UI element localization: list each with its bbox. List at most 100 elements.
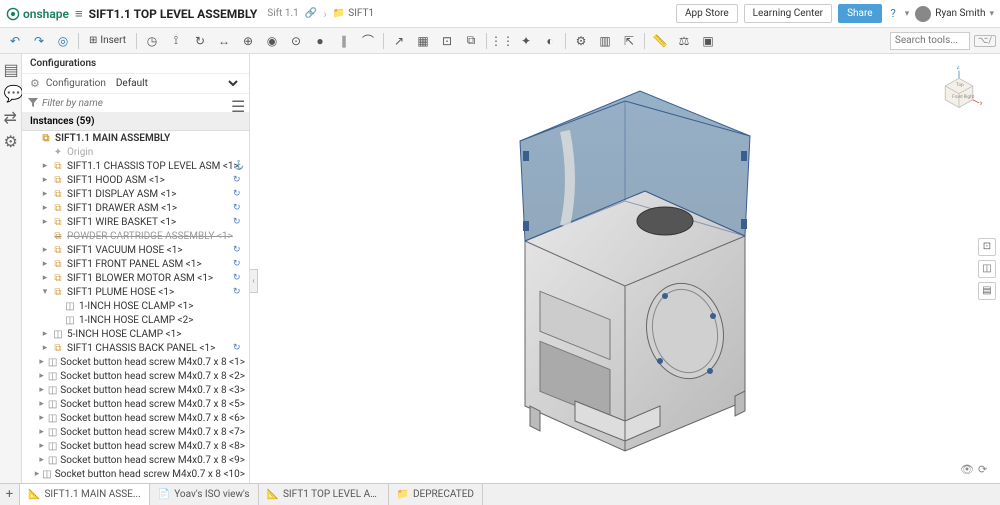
tab[interactable]: 📐SIFT1 TOP LEVEL ASM ... — [259, 484, 389, 505]
view-cube[interactable]: Front Right Top Z X — [936, 66, 982, 112]
tree-node[interactable]: ▸⧉SIFT1 DISPLAY ASM <1> — [22, 187, 249, 201]
expand-icon[interactable]: ▸ — [38, 441, 44, 451]
tree-node[interactable]: ▸◫Socket button head screw M4x0.7 x 8 <1… — [22, 481, 249, 483]
add-tab-button[interactable]: + — [0, 484, 20, 505]
expand-icon[interactable]: ▸ — [38, 427, 44, 437]
link-icon[interactable]: 🔗 — [305, 8, 317, 19]
model-view[interactable] — [465, 61, 785, 461]
expand-icon[interactable]: ▸ — [35, 469, 40, 479]
tree-node[interactable]: ▸◫5-INCH HOSE CLAMP <1> — [22, 327, 249, 341]
tree-node[interactable]: ▸◫Socket button head screw M4x0.7 x 8 <9… — [22, 453, 249, 467]
gear-icon[interactable]: ⚙ — [30, 77, 40, 90]
user-menu[interactable]: Ryan Smith ▾ — [915, 6, 994, 22]
folder-breadcrumb[interactable]: 📁 SIFT1 — [333, 8, 374, 19]
tree-node[interactable]: ▸⧉SIFT1 DRAWER ASM <1> — [22, 201, 249, 215]
expand-icon[interactable]: ▸ — [38, 371, 44, 381]
expand-icon[interactable]: ▸ — [41, 245, 49, 255]
tree-node[interactable]: ⧉POWDER CARTRIDGE ASSEMBLY <1> — [22, 229, 249, 243]
share-button[interactable]: Share — [838, 4, 881, 23]
panel-collapse-handle[interactable]: ‹ — [250, 269, 258, 293]
tool-tangent-icon[interactable]: ⌒ — [357, 31, 379, 51]
tool-pin-icon[interactable]: ⊙ — [285, 31, 307, 51]
instances-header[interactable]: Instances (59) — [22, 113, 249, 131]
tree-node[interactable]: ▸◫Socket button head screw M4x0.7 x 8 <7… — [22, 425, 249, 439]
tree-node[interactable]: ▸◫Socket button head screw M4x0.7 x 8 <2… — [22, 369, 249, 383]
expand-icon[interactable]: ▸ — [41, 343, 49, 353]
tool-replicate-icon[interactable]: ⧉ — [460, 31, 482, 51]
expand-icon[interactable]: ▸ — [41, 259, 49, 269]
tool-planar-icon[interactable]: ⊕ — [237, 31, 259, 51]
tree-node[interactable]: ▸⧉SIFT1 CHASSIS BACK PANEL <1> — [22, 341, 249, 355]
tool-exploded-icon[interactable]: ⇱ — [618, 31, 640, 51]
rail-feature-icon[interactable]: ▤ — [4, 60, 18, 74]
tool-circular-icon[interactable]: ✦ — [515, 31, 537, 51]
rail-settings-icon[interactable]: ⚙ — [4, 132, 18, 146]
tree-node[interactable]: ▸⧉SIFT1 HOOD ASM <1> — [22, 173, 249, 187]
redo-button[interactable]: ↷ — [28, 31, 50, 51]
tool-section-icon[interactable]: ▥ — [594, 31, 616, 51]
tool-display-icon[interactable]: ▣ — [697, 31, 719, 51]
brand-logo[interactable]: onshape — [6, 7, 69, 21]
rail-compare-icon[interactable]: ⇄ — [4, 108, 18, 122]
feature-tree[interactable]: ⧉SIFT1.1 MAIN ASSEMBLY✦Origin▸⧉SIFT1.1 C… — [22, 131, 249, 483]
expand-icon[interactable]: ▸ — [41, 273, 49, 283]
help-icon[interactable]: ? — [888, 7, 899, 20]
view-section-button[interactable]: ▤ — [978, 282, 996, 300]
tab[interactable]: 📐SIFT1.1 MAIN ASSE... — [20, 484, 150, 505]
undo-button[interactable]: ↶ — [4, 31, 26, 51]
view-fit-button[interactable]: ⊡ — [978, 238, 996, 256]
expand-icon[interactable]: ▾ — [41, 287, 49, 297]
tool-linear-icon[interactable]: ⋮⋮ — [491, 31, 513, 51]
expand-icon[interactable]: ▸ — [41, 175, 49, 185]
tree-node[interactable]: ▸⧉SIFT1.1 CHASSIS TOP LEVEL ASM <1> — [22, 159, 249, 173]
expand-icon[interactable]: ▸ — [38, 413, 44, 423]
tree-node[interactable]: ▾⧉SIFT1 PLUME HOSE <1> — [22, 285, 249, 299]
config-select[interactable]: Default — [112, 77, 241, 90]
filter-input[interactable] — [42, 98, 227, 109]
tree-node[interactable]: ✦Origin — [22, 145, 249, 159]
expand-icon[interactable]: ▸ — [41, 161, 49, 171]
tree-node[interactable]: ⧉SIFT1.1 MAIN ASSEMBLY — [22, 131, 249, 145]
tree-node[interactable]: ▸◫Socket button head screw M4x0.7 x 8 <8… — [22, 439, 249, 453]
tree-node[interactable]: ▸⧉SIFT1 BLOWER MOTOR ASM <1> — [22, 271, 249, 285]
tool-mass-icon[interactable]: ⚖ — [673, 31, 695, 51]
tab[interactable]: 📁DEPRECATED — [389, 484, 483, 505]
menu-icon[interactable]: ≡ — [75, 6, 83, 22]
tree-node[interactable]: ▸◫Socket button head screw M4x0.7 x 8 <1… — [22, 467, 249, 481]
tree-node[interactable]: ▸⧉SIFT1 VACUUM HOSE <1> — [22, 243, 249, 257]
tab[interactable]: 📄Yoav's ISO view's — [150, 484, 259, 505]
tree-node[interactable]: ◫1-INCH HOSE CLAMP <2> — [22, 313, 249, 327]
tree-node[interactable]: ▸◫Socket button head screw M4x0.7 x 8 <1… — [22, 355, 249, 369]
tool-gear-icon[interactable]: ⚙ — [570, 31, 592, 51]
list-view-icon[interactable]: ☰ — [231, 97, 243, 109]
tool-revolute-icon[interactable]: ↻ — [189, 31, 211, 51]
tree-node[interactable]: ▸◫Socket button head screw M4x0.7 x 8 <3… — [22, 383, 249, 397]
tool-parallel-icon[interactable]: ∥ — [333, 31, 355, 51]
target-button[interactable]: ◎ — [52, 31, 74, 51]
version-label[interactable]: Sift 1.1 — [267, 8, 298, 19]
rail-comment-icon[interactable]: 💬 — [4, 84, 18, 98]
tree-node[interactable]: ▸◫Socket button head screw M4x0.7 x 8 <6… — [22, 411, 249, 425]
search-input[interactable] — [890, 32, 970, 50]
hide-icon[interactable]: 👁 — [960, 463, 974, 477]
insert-button[interactable]: ⊞ Insert — [83, 31, 132, 51]
tool-group-icon[interactable]: ▦ — [412, 31, 434, 51]
tree-node[interactable]: ◫1-INCH HOSE CLAMP <1> — [22, 299, 249, 313]
document-title[interactable]: SIFT1.1 TOP LEVEL ASSEMBLY — [89, 7, 258, 21]
expand-icon[interactable]: ▸ — [38, 455, 44, 465]
tool-snap-icon[interactable]: ⊡ — [436, 31, 458, 51]
tree-node[interactable]: ▸⧉SIFT1 FRONT PANEL ASM <1> — [22, 257, 249, 271]
tool-slider-icon[interactable]: ↔ — [213, 31, 235, 51]
tree-node[interactable]: ▸◫Socket button head screw M4x0.7 x 8 <5… — [22, 397, 249, 411]
expand-icon[interactable]: ▸ — [41, 203, 49, 213]
expand-icon[interactable]: ▸ — [41, 217, 49, 227]
tool-mirror-icon[interactable]: ◐ — [539, 31, 561, 51]
view-iso-button[interactable]: ◫ — [978, 260, 996, 278]
graphics-canvas[interactable]: ‹ Front Right Top Z X ⊡ ◫ ▤ 👁 ⟳ — [250, 54, 1000, 483]
tool-relation-icon[interactable]: ↗ — [388, 31, 410, 51]
tool-clock-icon[interactable]: ◷ — [141, 31, 163, 51]
expand-icon[interactable]: ▸ — [41, 189, 49, 199]
expand-icon[interactable]: ▸ — [38, 399, 44, 409]
tool-ball-icon[interactable]: ● — [309, 31, 331, 51]
tree-node[interactable]: ▸⧉SIFT1 WIRE BASKET <1> — [22, 215, 249, 229]
